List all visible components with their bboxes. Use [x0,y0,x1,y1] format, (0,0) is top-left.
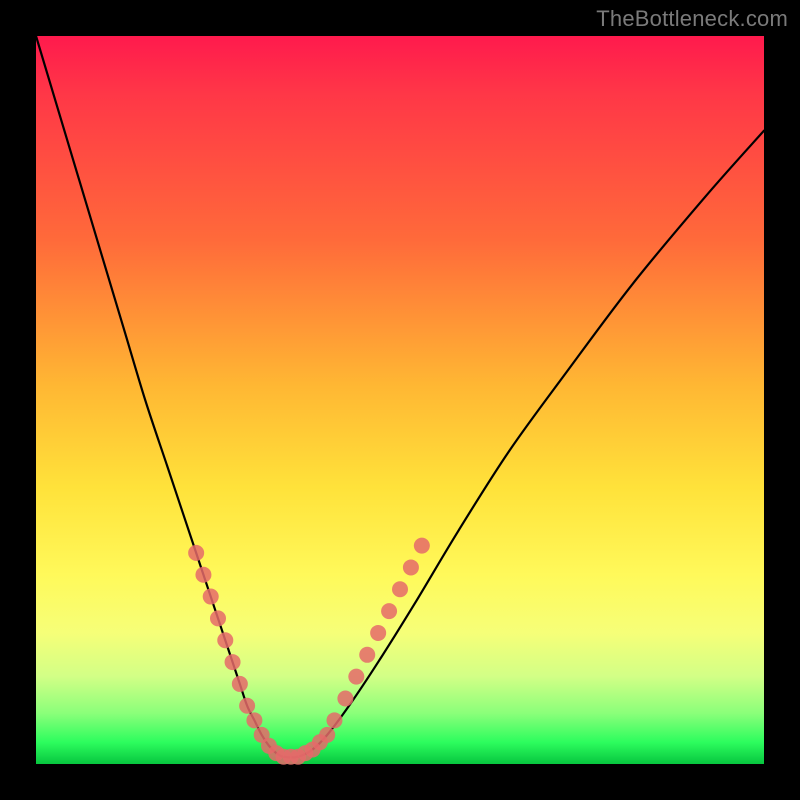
highlight-dot [326,712,342,728]
highlight-dot [225,654,241,670]
highlight-dot [319,727,335,743]
highlight-dot [232,676,248,692]
highlight-dot [217,632,233,648]
highlight-dot [203,589,219,605]
plot-area [36,36,764,764]
highlight-dot [246,712,262,728]
chart-frame: TheBottleneck.com [0,0,800,800]
highlight-dot [210,610,226,626]
watermark-text: TheBottleneck.com [596,6,788,32]
highlight-dot [381,603,397,619]
highlight-dot [392,581,408,597]
curve-layer [36,36,764,764]
highlight-dot [414,538,430,554]
highlight-dot [348,669,364,685]
highlight-dot [359,647,375,663]
highlight-dot [239,698,255,714]
highlight-dot [195,567,211,583]
highlight-dots [188,538,430,765]
highlight-dot [188,545,204,561]
bottleneck-curve [36,36,764,757]
highlight-dot [370,625,386,641]
highlight-dot [403,559,419,575]
highlight-dot [337,690,353,706]
